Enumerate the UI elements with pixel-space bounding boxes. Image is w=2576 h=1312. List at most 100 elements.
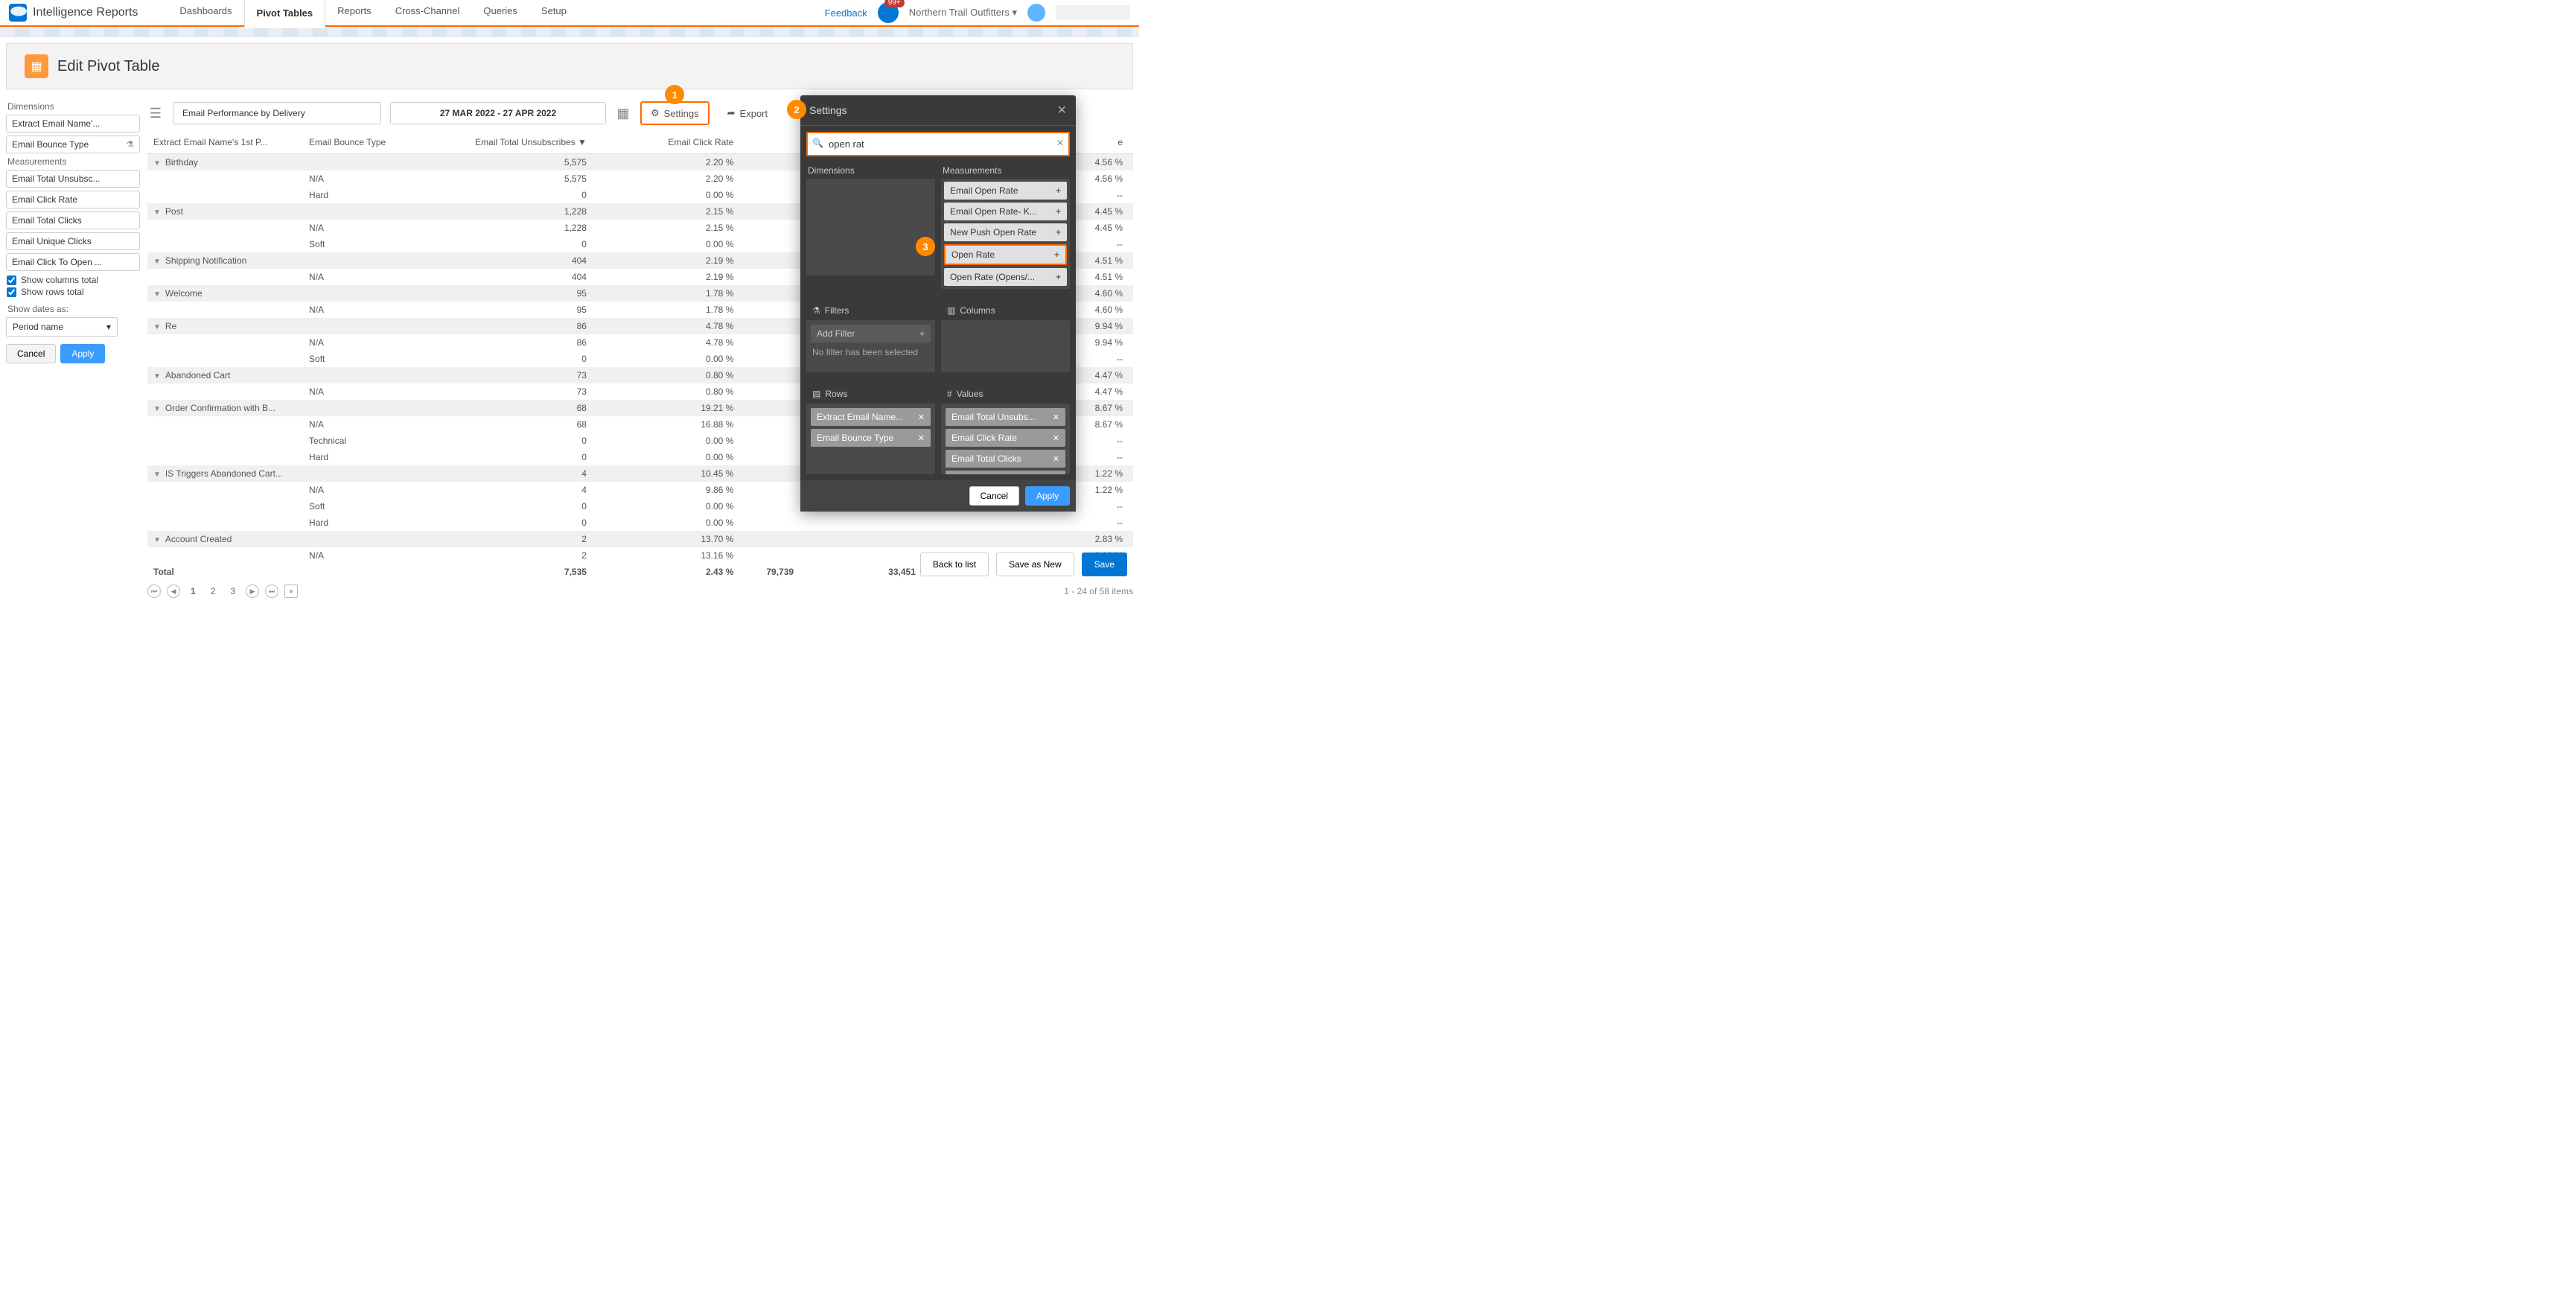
- result-item[interactable]: Email Open Rate- K...+: [944, 203, 1067, 220]
- share-icon: ➦: [727, 107, 736, 119]
- page-header: ▦ Edit Pivot Table: [6, 43, 1133, 89]
- result-item[interactable]: New Push Open Rate+: [944, 223, 1067, 241]
- settings-search: 🔍 ✕: [806, 132, 1070, 156]
- remove-icon[interactable]: ✕: [1053, 454, 1059, 464]
- user-avatar[interactable]: [1027, 4, 1045, 22]
- remove-icon[interactable]: ✕: [918, 433, 925, 443]
- table-row[interactable]: ▼Account Created213.70 %2.83 %: [147, 531, 1133, 547]
- back-to-list-button[interactable]: Back to list: [920, 552, 989, 576]
- value-chip[interactable]: Email Total Unsubs...✕: [946, 408, 1065, 426]
- page-last-button[interactable]: ⏭: [265, 585, 278, 598]
- row-chip[interactable]: Email Bounce Type✕: [811, 429, 931, 447]
- remove-icon[interactable]: ✕: [1053, 413, 1059, 422]
- plus-icon: +: [1056, 206, 1061, 217]
- calendar-icon[interactable]: ▦: [615, 106, 631, 121]
- pause-icon[interactable]: ⏸: [284, 585, 298, 598]
- meas-pill[interactable]: Email Total Clicks: [6, 211, 140, 229]
- col-header[interactable]: Email Click Rate: [597, 131, 744, 154]
- value-chip[interactable]: Email Total Clicks✕: [946, 450, 1065, 468]
- dimensions-header: Dimensions: [806, 162, 935, 179]
- list-icon[interactable]: ☰: [147, 106, 164, 121]
- chevron-down-icon: ▾: [106, 322, 111, 332]
- tab-reports[interactable]: Reports: [325, 0, 383, 28]
- plus-icon: +: [1056, 185, 1061, 196]
- dates-select[interactable]: Period name▾: [6, 317, 118, 337]
- filters-header: Filters: [825, 305, 849, 316]
- settings-apply-button[interactable]: Apply: [1025, 486, 1070, 506]
- close-icon[interactable]: ✕: [1057, 103, 1067, 118]
- columns-dropzone[interactable]: [941, 320, 1070, 372]
- values-icon: #: [947, 389, 952, 399]
- global-search[interactable]: [1056, 5, 1130, 20]
- meas-pill[interactable]: Email Click To Open ...: [6, 253, 140, 271]
- pivot-table-icon: ▦: [25, 54, 48, 78]
- no-filter-text: No filter has been selected: [811, 343, 931, 362]
- dim-pill[interactable]: Extract Email Name'...: [6, 115, 140, 133]
- meas-pill[interactable]: Email Click Rate: [6, 191, 140, 208]
- page-next-button[interactable]: ▶: [246, 585, 259, 598]
- main-tabs: Dashboards Pivot Tables Reports Cross-Ch…: [168, 0, 578, 28]
- result-item[interactable]: Open Rate (Opens/...+: [944, 268, 1067, 286]
- gear-icon: ⚙: [651, 107, 660, 119]
- show-rows-total[interactable]: Show rows total: [6, 286, 140, 298]
- result-item-open-rate[interactable]: Open Rate+: [944, 244, 1067, 265]
- clear-icon[interactable]: ✕: [1056, 138, 1064, 148]
- tab-pivot-tables[interactable]: Pivot Tables: [244, 0, 326, 28]
- tab-cross-channel[interactable]: Cross-Channel: [383, 0, 472, 28]
- col-header[interactable]: Email Total Unsubscribes ▼: [450, 131, 596, 154]
- settings-button[interactable]: ⚙Settings: [640, 101, 710, 125]
- show-columns-total[interactable]: Show columns total: [6, 274, 140, 286]
- org-selector[interactable]: Northern Trail Outfitters ▾: [909, 7, 1017, 19]
- page-first-button[interactable]: ⏮: [147, 585, 161, 598]
- feedback-link[interactable]: Feedback: [825, 7, 867, 19]
- remove-icon[interactable]: ✕: [1053, 433, 1059, 443]
- rows-icon: ▤: [812, 389, 820, 399]
- tab-queries[interactable]: Queries: [471, 0, 529, 28]
- settings-cancel-button[interactable]: Cancel: [969, 486, 1019, 506]
- row-chip[interactable]: Extract Email Name...✕: [811, 408, 931, 426]
- callout-3: 3: [916, 237, 935, 256]
- report-name-field[interactable]: Email Performance by Delivery: [173, 102, 381, 124]
- notification-icon[interactable]: 99+: [878, 2, 899, 23]
- pager-info: 1 - 24 of 58 items: [1064, 586, 1133, 596]
- salesforce-logo: [9, 4, 27, 22]
- table-row[interactable]: Hard00.00 %--: [147, 515, 1133, 531]
- page-prev-button[interactable]: ◀: [167, 585, 180, 598]
- page-number[interactable]: 1: [186, 585, 200, 598]
- date-range-field[interactable]: 27 MAR 2022 - 27 APR 2022: [390, 102, 606, 124]
- meas-pill[interactable]: Email Total Unsubsc...: [6, 170, 140, 188]
- tab-dashboards[interactable]: Dashboards: [168, 0, 243, 28]
- columns-header: Columns: [960, 305, 995, 316]
- col-header[interactable]: e: [1073, 131, 1133, 154]
- dates-label: Show dates as:: [7, 304, 138, 314]
- left-apply-button[interactable]: Apply: [60, 344, 105, 363]
- pager: ⏮ ◀ 1 2 3 ▶ ⏭ ⏸ 1 - 24 of 58 items: [147, 580, 1133, 602]
- col-header[interactable]: Extract Email Name's 1st P...: [147, 131, 303, 154]
- search-icon: 🔍: [812, 138, 823, 148]
- save-as-new-button[interactable]: Save as New: [996, 552, 1074, 576]
- left-panel: Dimensions Extract Email Name'... Email …: [6, 95, 140, 602]
- export-button[interactable]: ➦Export: [718, 103, 777, 124]
- value-chip[interactable]: Email Unique Clicks✕: [946, 471, 1065, 474]
- plus-icon: +: [1054, 249, 1059, 260]
- col-header[interactable]: Email Bounce Type: [303, 131, 450, 154]
- dim-pill[interactable]: Email Bounce Type⚗: [6, 136, 140, 153]
- dimensions-label: Dimensions: [7, 101, 138, 112]
- tab-setup[interactable]: Setup: [529, 0, 578, 28]
- left-cancel-button[interactable]: Cancel: [6, 344, 56, 363]
- remove-icon[interactable]: ✕: [918, 413, 925, 422]
- settings-panel: Settings ✕ 2 🔍 ✕ Dimensions Measurements…: [800, 95, 1076, 512]
- notification-badge: 99+: [884, 0, 905, 7]
- filter-icon[interactable]: ⚗: [126, 139, 134, 150]
- page-number[interactable]: 3: [226, 585, 240, 598]
- save-button[interactable]: Save: [1082, 552, 1127, 576]
- plus-icon: +: [1056, 272, 1061, 282]
- measurements-header: Measurements: [941, 162, 1070, 179]
- value-chip[interactable]: Email Click Rate✕: [946, 429, 1065, 447]
- result-item[interactable]: Email Open Rate+: [944, 182, 1067, 200]
- add-filter-button[interactable]: Add Filter+: [811, 325, 931, 343]
- meas-pill[interactable]: Email Unique Clicks: [6, 232, 140, 250]
- page-number[interactable]: 2: [206, 585, 220, 598]
- callout-1: 1: [665, 85, 684, 104]
- settings-search-input[interactable]: [806, 132, 1070, 156]
